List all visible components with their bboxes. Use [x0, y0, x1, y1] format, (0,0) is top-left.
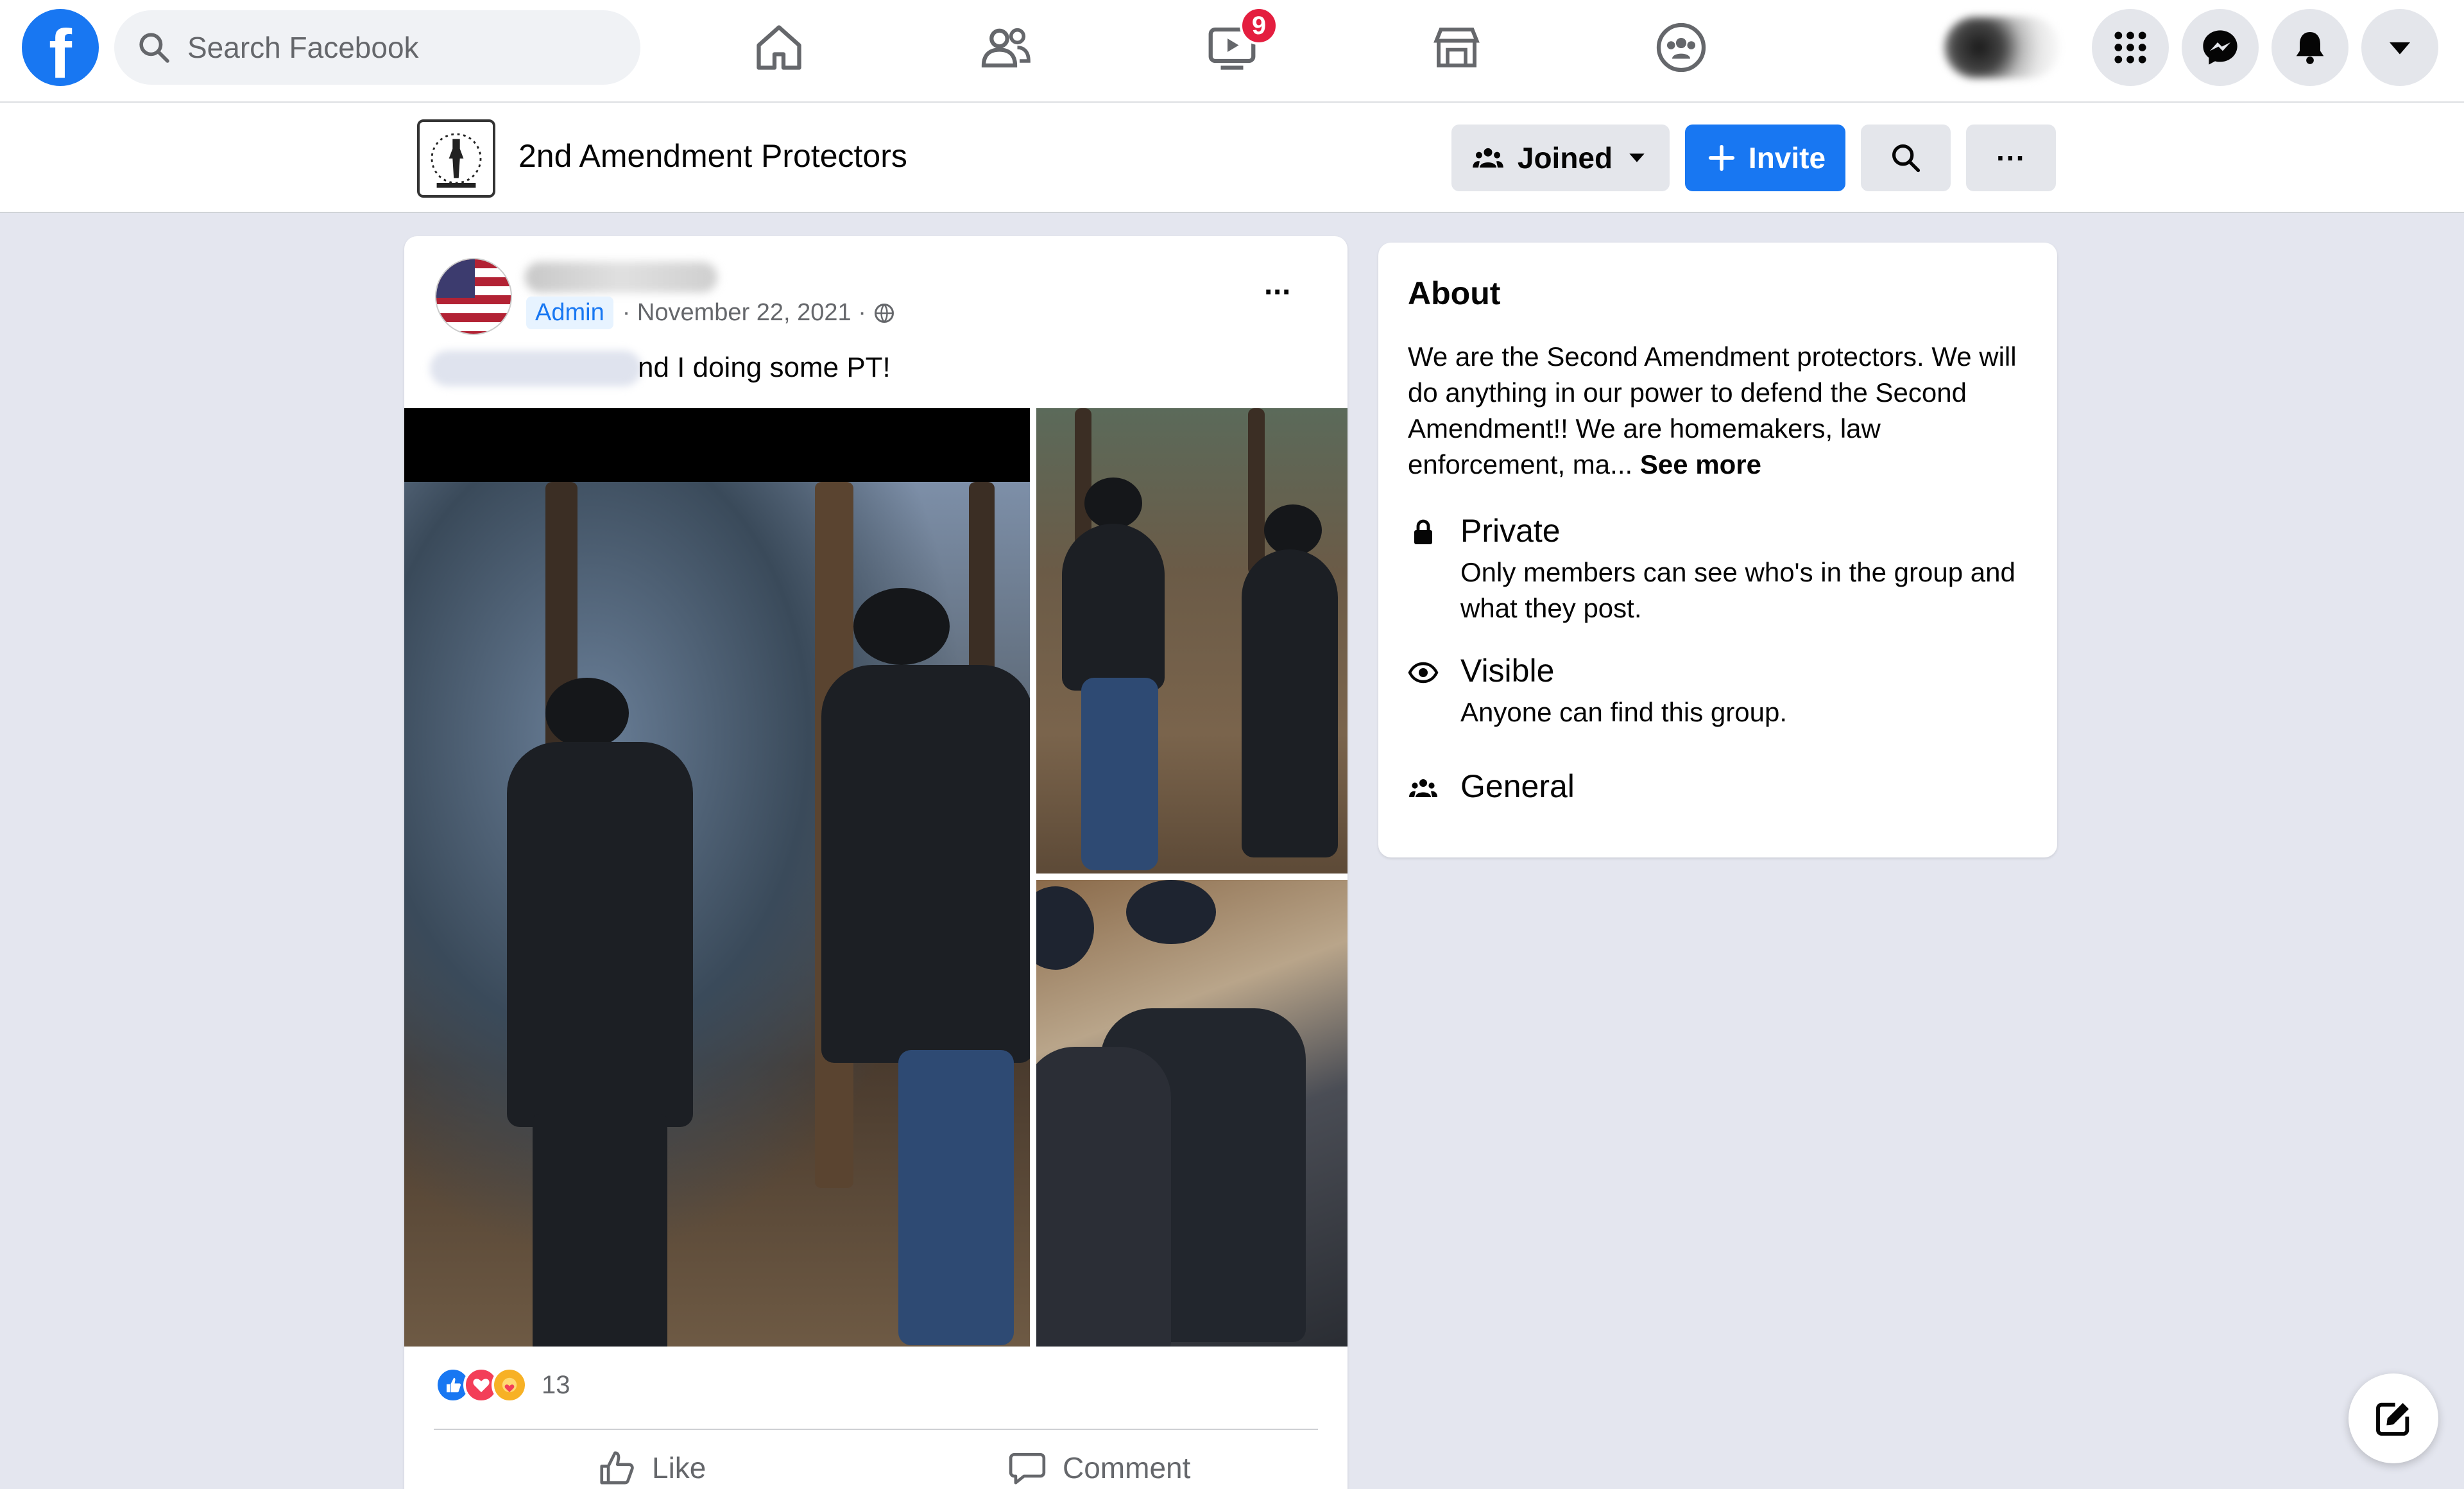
- chevron-down-icon: [1629, 153, 1645, 162]
- post-date[interactable]: · November 22, 2021 ·: [622, 299, 866, 327]
- group-more-button[interactable]: ···: [1966, 125, 2056, 191]
- search-placeholder: Search Facebook: [187, 31, 419, 64]
- nav-watch[interactable]: 9: [1200, 6, 1278, 80]
- people-icon: [1473, 148, 1503, 168]
- post-meta: Admin · November 22, 2021 ·: [526, 297, 896, 329]
- marketplace-icon: [1433, 28, 1480, 67]
- home-icon: [757, 25, 801, 70]
- profile-avatar[interactable]: [1944, 17, 2060, 78]
- post-photo-bottom-right[interactable]: [1036, 880, 1348, 1347]
- search-icon: [139, 33, 169, 63]
- search-input[interactable]: Search Facebook: [114, 10, 640, 85]
- search-icon: [1892, 144, 1921, 173]
- account-button[interactable]: [2361, 9, 2438, 86]
- group-header-bar: 2nd Amendment Protectors Joined Invite ·…: [0, 103, 2464, 213]
- group-thumbnail[interactable]: [417, 119, 495, 198]
- nav-marketplace[interactable]: [1425, 15, 1489, 80]
- admin-badge[interactable]: Admin: [526, 297, 613, 329]
- groups-icon: [1656, 22, 1706, 73]
- more-dots-icon: ···: [1996, 141, 2026, 175]
- notifications-icon: [2296, 32, 2324, 64]
- eye-icon: [1408, 662, 1439, 684]
- messenger-icon: [2203, 30, 2237, 65]
- nav-groups[interactable]: [1649, 15, 1713, 80]
- comment-label: Comment: [1063, 1451, 1191, 1485]
- like-label: Like: [652, 1451, 706, 1485]
- reaction-summary[interactable]: 13: [435, 1367, 570, 1403]
- author-name-blurred[interactable]: [525, 262, 717, 293]
- about-card: About We are the Second Amendment protec…: [1378, 243, 2057, 857]
- notifications-button[interactable]: [2272, 9, 2348, 86]
- see-more-link[interactable]: See more: [1640, 449, 1761, 479]
- top-navigation-bar: f Search Facebook 9: [0, 0, 2464, 103]
- watch-notification-badge: 9: [1240, 6, 1278, 45]
- facebook-logo[interactable]: f: [22, 9, 99, 86]
- new-message-button[interactable]: [2348, 1373, 2438, 1463]
- people-icon: [1409, 779, 1437, 797]
- privacy-title: Private: [1460, 513, 1561, 549]
- post-options-button[interactable]: ···: [1264, 275, 1292, 310]
- comment-button[interactable]: Comment: [1007, 1448, 1190, 1488]
- category-title: General: [1460, 768, 1575, 804]
- invite-button[interactable]: Invite: [1685, 125, 1845, 191]
- post-photo-top-right[interactable]: [1036, 408, 1348, 874]
- invite-label: Invite: [1748, 141, 1826, 175]
- about-title: About: [1408, 275, 1501, 311]
- post-card: Admin · November 22, 2021 · ··· nd I doi…: [404, 236, 1348, 1489]
- messenger-button[interactable]: [2182, 9, 2259, 86]
- comment-icon: [1009, 1453, 1046, 1485]
- about-description: We are the Second Amendment protectors. …: [1408, 339, 2037, 483]
- nav-friends[interactable]: [974, 15, 1038, 80]
- joined-label: Joined: [1517, 141, 1613, 175]
- group-title[interactable]: 2nd Amendment Protectors: [518, 137, 907, 175]
- friends-icon: [981, 28, 1031, 68]
- author-avatar[interactable]: [435, 258, 512, 335]
- post-text: nd I doing some PT!: [638, 352, 891, 383]
- plus-icon: [1708, 144, 1735, 171]
- lock-icon: [1414, 519, 1432, 544]
- compose-icon: [2376, 1402, 2409, 1436]
- visibility-title: Visible: [1460, 653, 1555, 689]
- menu-grid-icon: [2114, 31, 2146, 64]
- privacy-description: Only members can see who's in the group …: [1460, 557, 2015, 623]
- group-search-button[interactable]: [1861, 125, 1951, 191]
- post-photo-main[interactable]: [404, 408, 1030, 1347]
- joined-button[interactable]: Joined: [1451, 125, 1670, 191]
- menu-button[interactable]: [2092, 9, 2169, 86]
- care-reaction-icon: [492, 1367, 527, 1403]
- account-caret-icon: [2390, 42, 2410, 55]
- reaction-count[interactable]: 13: [542, 1371, 570, 1400]
- like-icon: [600, 1451, 634, 1485]
- group-emblem-icon: [431, 133, 482, 188]
- nav-home[interactable]: [747, 15, 811, 80]
- post-text-blurred: [430, 350, 642, 386]
- globe-icon: [874, 303, 894, 323]
- actions-divider: [434, 1429, 1318, 1430]
- visibility-description: Anyone can find this group.: [1460, 697, 1788, 727]
- like-button[interactable]: Like: [597, 1448, 706, 1488]
